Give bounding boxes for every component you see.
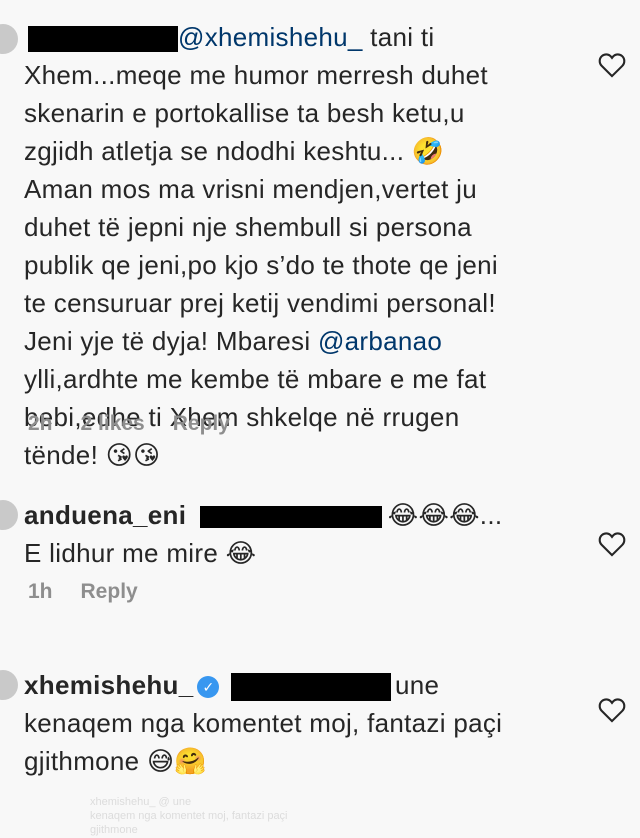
comment-line: Jeni yje të dyja! Mbaresi (24, 326, 318, 356)
avatar[interactable] (0, 24, 18, 54)
reply-button[interactable]: Reply (81, 580, 138, 604)
redacted-mention (231, 673, 392, 702)
comment-line: Xhem...meqe me humor merresh duhet (24, 60, 488, 90)
reply-button[interactable]: Reply (173, 412, 230, 436)
heart-icon[interactable] (598, 52, 626, 78)
comment-tail: 😂😂😂... (387, 500, 503, 530)
comment-line: tani ti (362, 22, 435, 52)
faded-text-overlay: xhemishehu_ @ une kenaqem nga komentet m… (90, 795, 288, 837)
timestamp: 1h (28, 580, 53, 603)
verified-badge-icon: ✓ (197, 676, 220, 698)
comment-1-meta: 2h 2 likes Reply (28, 412, 230, 436)
comment-2-meta: 1h Reply (28, 580, 138, 604)
ghost-line: xhemishehu_ @ une (90, 796, 192, 808)
ghost-line: kenaqem nga komentet moj, fantazi paçi (90, 810, 288, 822)
comment-line: kenaqem nga komentet moj, fantazi paçi (24, 708, 503, 738)
heart-icon[interactable] (598, 531, 626, 557)
comment-2-text: anduena_eni 😂😂😂... E lidhur me mire 😂 (24, 496, 502, 572)
comment-line: duhet të jepni nje shembull si persona (24, 212, 472, 242)
username[interactable]: anduena_eni (24, 500, 186, 530)
comment-line: tënde! 😘😘 (24, 440, 161, 470)
comment-tail: une (395, 670, 440, 700)
comment-3-text: xhemishehu_ ✓ une kenaqem nga komentet mo… (24, 666, 502, 780)
mention-link[interactable]: @arbanao (318, 326, 442, 356)
comment-line: skenarin e portokallise ta besh ketu,u (24, 98, 465, 128)
redacted-mention (199, 506, 382, 529)
timestamp: 2h (28, 412, 53, 435)
heart-icon[interactable] (598, 697, 626, 723)
redacted-username (28, 26, 178, 53)
avatar[interactable] (0, 670, 18, 700)
comment-line: te censuruar prej ketij vendimi personal… (24, 288, 496, 318)
avatar[interactable] (0, 500, 18, 530)
comment-line: ylli,ardhte me kembe të mbare e me fat (24, 364, 487, 394)
comment-line: publik qe jeni,po kjo s’do te thote qe j… (24, 250, 498, 280)
ghost-line: gjithmone (90, 824, 138, 836)
comment-line: gjithmone 😅🤗 (24, 746, 208, 776)
comment-1-text: @xhemishehu_ tani ti Xhem...meqe me humo… (24, 18, 498, 474)
likes-count[interactable]: 2 likes (81, 412, 145, 436)
comment-line: Aman mos ma vrisni mendjen,vertet ju (24, 174, 477, 204)
comment-line: E lidhur me mire 😂 (24, 538, 257, 568)
comment-line: zgjidh atletja se ndodhi keshtu... 🤣 (24, 136, 445, 166)
username[interactable]: xhemishehu_ (24, 670, 193, 700)
mention-link[interactable]: @xhemishehu_ (178, 22, 363, 52)
